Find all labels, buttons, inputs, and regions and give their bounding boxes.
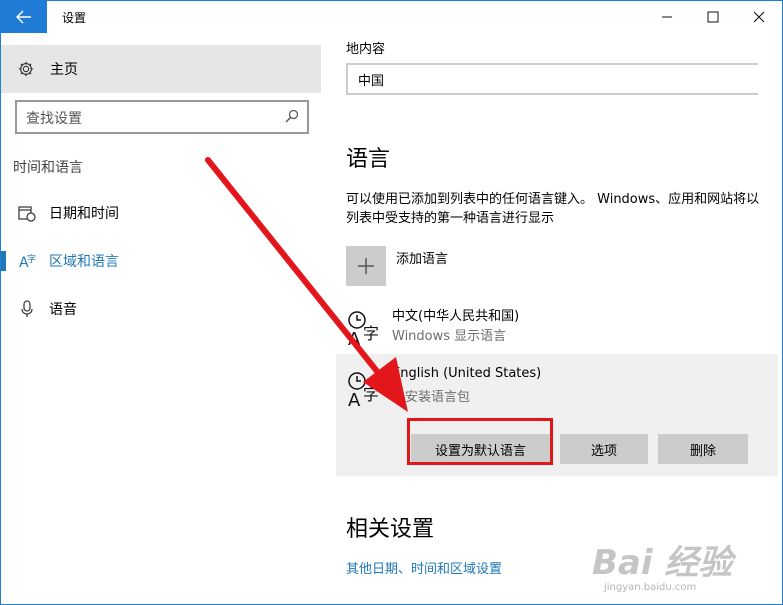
calendar-clock-icon [18,206,36,222]
language-pack-icon: A 字 [348,372,379,410]
language-region-icon: A 字 [19,253,36,270]
gear-icon [18,61,34,77]
svg-text:字: 字 [363,324,379,343]
search-icon[interactable] [285,109,299,123]
language-description: 可以使用已添加到列表中的任何语言键入。 Windows、应用和网站将以列表中受支… [346,192,760,226]
sidebar-section-label: 时间和语言 [13,160,83,176]
watermark-url: jingyan.baidu.com [604,582,697,593]
close-button[interactable] [736,1,782,33]
region-dropdown[interactable]: 中国 [346,63,758,95]
remove-button[interactable]: 删除 [658,434,748,464]
language-name: 中文(中华人民共和国) [392,309,520,324]
title-bar: 设置 [1,1,782,33]
search-input[interactable]: 查找设置 [15,100,309,134]
sidebar-item-label: 语音 [49,302,77,318]
region-label: 地内容 [346,42,386,57]
svg-text:字: 字 [363,385,379,404]
sidebar-item-label: 主页 [50,62,78,78]
maximize-button[interactable] [690,1,736,33]
related-settings-link[interactable]: 其他日期、时间和区域设置 [346,558,502,577]
minimize-button[interactable] [644,1,690,33]
language-status: 已安装语言包 [392,390,471,405]
scroll-edge [778,33,782,604]
settings-window: 设置 主页 查找设置 时间和语言 日期和时间 A 字 区域和语言 语音 地内容 … [0,0,783,605]
sidebar: 主页 查找设置 时间和语言 日期和时间 A 字 区域和语言 语音 [1,33,331,604]
add-language-tile[interactable] [346,246,386,286]
highlight-box [407,418,553,465]
svg-text:A: A [348,390,361,410]
back-button[interactable] [1,1,47,33]
svg-text:A: A [348,329,361,349]
sidebar-item-home[interactable]: 主页 [1,45,321,93]
region-value: 中国 [358,74,385,89]
search-placeholder: 查找设置 [26,111,82,127]
plus-icon [358,258,374,274]
sidebar-item-region-language[interactable]: A 字 区域和语言 [1,241,321,281]
options-button[interactable]: 选项 [560,434,648,464]
window-title: 设置 [62,11,87,25]
back-arrow-icon [16,10,31,24]
language-pack-icon: A 字 [348,311,379,349]
sidebar-item-speech[interactable]: 语音 [1,289,321,329]
language-heading: 语言 [346,147,391,172]
microphone-icon [21,300,33,317]
add-language-label: 添加语言 [396,252,449,267]
add-language-button[interactable]: 添加语言 [346,246,448,286]
sidebar-item-label: 区域和语言 [49,254,119,270]
sidebar-item-label: 日期和时间 [49,206,119,222]
sidebar-item-date-time[interactable]: 日期和时间 [1,193,321,233]
related-settings-heading: 相关设置 [346,517,435,542]
watermark-logo: Bai 经验 [592,543,733,583]
active-indicator [1,251,6,271]
close-icon [753,11,765,23]
minimize-icon [662,16,672,18]
svg-text:字: 字 [27,253,36,265]
maximize-icon [707,11,719,23]
main-content: 地内容 中国 语言 可以使用已添加到列表中的任何语言键入。 Windows、应用… [331,33,782,604]
language-name: English (United States) [392,366,542,381]
language-status: Windows 显示语言 [392,329,507,344]
